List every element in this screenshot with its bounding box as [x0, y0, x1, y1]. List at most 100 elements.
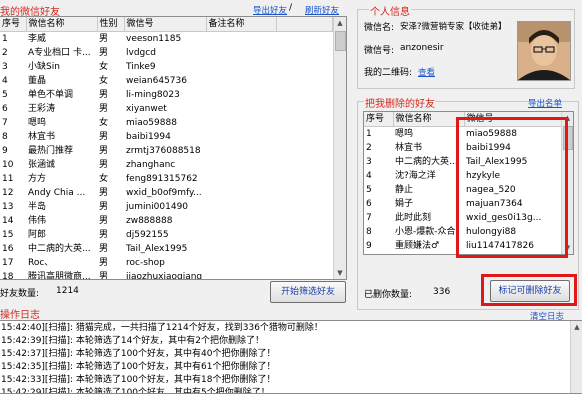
- table-cell: majuan7364: [466, 199, 523, 209]
- table-cell: 此时此刻: [395, 213, 432, 223]
- log-line: 15:42:33][扫描]: 本轮筛选了100个好友，其中有18个把你删除了！: [1, 375, 276, 385]
- log-vertical-scrollbar[interactable]: ▲: [570, 321, 582, 393]
- table-row[interactable]: 8 小恩-爆款-众合 hulongyi88: [364, 225, 562, 239]
- table-row[interactable]: 18 腾讯高朋微商... 男 jiaozhuxiaoqiang: [0, 270, 333, 280]
- scrollbar-thumb[interactable]: [335, 31, 346, 51]
- table-row[interactable]: 17 Roc、 男 roc-shop: [0, 256, 333, 270]
- table-cell: 男: [99, 146, 109, 156]
- table-cell: zrmtj376088518: [126, 146, 201, 156]
- col-header-remark[interactable]: 备注名称: [206, 17, 277, 32]
- table-row[interactable]: 8 林宜书 男 baibi1994: [0, 130, 333, 144]
- table-cell: [206, 242, 276, 256]
- table-row[interactable]: 10 张涵诚 男 zhanghanc: [0, 158, 333, 172]
- nickname-label: 微信名:: [364, 23, 395, 33]
- table-cell: 单色不单调: [28, 90, 74, 100]
- col-header-wxid[interactable]: 微信号: [464, 112, 562, 127]
- table-cell: 林宜书: [395, 143, 423, 153]
- refresh-friends-link[interactable]: 刷新好友: [305, 4, 339, 16]
- table-cell: [206, 214, 276, 228]
- table-row[interactable]: 12 Andy Chia ... 男 wxid_b0of9mfy...: [0, 186, 333, 200]
- table-cell: 娟子: [395, 199, 414, 209]
- table-row[interactable]: 5 静止 nagea_520: [364, 183, 562, 197]
- table-row[interactable]: 15 阿郎 男 dj592155: [0, 228, 333, 242]
- table-row[interactable]: 11 方方 女 feng891315762: [0, 172, 333, 186]
- table-cell: 天真偷走了心: [393, 253, 464, 254]
- table-cell: 最热门推荐: [28, 146, 74, 156]
- table-cell: 女: [99, 76, 109, 86]
- table-row[interactable]: 13 半岛 男 jumini001490: [0, 200, 333, 214]
- start-filter-button[interactable]: 开始筛选好友: [270, 281, 346, 303]
- table-cell: hulongyi88: [466, 227, 517, 237]
- table-cell: 男: [99, 272, 109, 280]
- profile-group-title: 个人信息: [369, 3, 411, 18]
- col-header-name[interactable]: 微信名称: [26, 17, 98, 32]
- deleted-vertical-scrollbar[interactable]: ▲ ▼: [561, 112, 573, 254]
- table-row[interactable]: 14 伟伟 男 zw888888: [0, 214, 333, 228]
- table-row[interactable]: 2 A专业档口 卡... 男 lvdgcd: [0, 46, 333, 60]
- table-row[interactable]: 9 重顾嫌法♂ liu1147417826: [364, 239, 562, 253]
- table-cell: 董晶: [28, 76, 47, 86]
- table-cell: 9: [2, 146, 8, 156]
- col-header-name[interactable]: 微信名称: [393, 112, 465, 127]
- col-header-index[interactable]: 序号: [364, 112, 394, 127]
- table-row[interactable]: 3 小缺Sin 女 Tinke9: [0, 60, 333, 74]
- table-cell: dj592155: [126, 230, 169, 240]
- scroll-down-arrow-icon[interactable]: ▼: [334, 267, 346, 279]
- table-cell: 8: [366, 227, 372, 237]
- avatar: [517, 21, 571, 81]
- table-cell: 男: [99, 48, 109, 58]
- deleted-count-label: 已删你数量:: [364, 290, 413, 300]
- scrollbar-thumb[interactable]: [563, 126, 573, 150]
- table-row[interactable]: 2 林宜书 baibi1994: [364, 141, 562, 155]
- table-cell: 5: [2, 90, 8, 100]
- table-row[interactable]: 5 单色不单调 男 li-ming8023: [0, 88, 333, 102]
- export-friends-link[interactable]: 导出好友: [253, 4, 287, 16]
- friends-list[interactable]: 序号 微信名称 性别 微信号 备注名称 1 李威男 veeson1185 2 A专业档口…: [0, 16, 347, 280]
- table-row[interactable]: 16 中二病的大英... 男 Tail_Alex1995: [0, 242, 333, 256]
- table-row[interactable]: 3 中二病的大英... Tail_Alex1995: [364, 155, 562, 169]
- col-header-index[interactable]: 序号: [0, 17, 27, 32]
- table-row[interactable]: 7 嗯呜 女 miao59888: [0, 116, 333, 130]
- deleted-list[interactable]: 序号 微信名称 微信号 1 嗯呜 miao59888 2 林宜书 baibi1994 3 中二…: [363, 111, 574, 255]
- scroll-up-arrow-icon[interactable]: ▲: [562, 112, 573, 124]
- table-cell: [206, 228, 276, 242]
- table-cell: veeson1185: [126, 34, 182, 44]
- scroll-up-arrow-icon[interactable]: ▲: [571, 321, 582, 333]
- table-cell: 李威: [28, 34, 47, 44]
- scroll-up-arrow-icon[interactable]: ▲: [334, 17, 346, 29]
- table-cell: 8: [2, 132, 8, 142]
- table-row[interactable]: 6 娟子 majuan7364: [364, 197, 562, 211]
- view-qrcode-link[interactable]: 查看: [418, 66, 435, 78]
- log-line: 15:42:37][扫描]: 本轮筛选了100个好友，其中有40个把你删除了！: [1, 349, 276, 359]
- table-row[interactable]: 6 王彩涛 男 xiyanwet: [0, 102, 333, 116]
- table-row[interactable]: 1 李威 男 veeson1185: [0, 32, 333, 47]
- table-cell: 16: [2, 244, 14, 254]
- table-row[interactable]: 4 董晶 女 weian645736: [0, 74, 333, 88]
- table-cell: [206, 200, 276, 214]
- table-cell: 林宜书: [28, 132, 56, 142]
- friends-vertical-scrollbar[interactable]: ▲ ▼: [333, 17, 346, 279]
- link-separator: /: [289, 3, 293, 13]
- mark-deletable-button[interactable]: 标记可删除好友: [490, 280, 570, 302]
- table-cell: 方方: [28, 174, 47, 184]
- table-cell: 男: [99, 104, 109, 114]
- table-row[interactable]: 7 此时此刻 wxid_ges0i13g...: [364, 211, 562, 225]
- table-cell: 女: [99, 62, 109, 72]
- log-panel[interactable]: 15:42:40][扫描]: 猎猫完成，一共扫描了1214个好友，找到336个猎…: [0, 320, 582, 394]
- table-row[interactable]: 10天真偷走了心hanxiaomei526: [364, 253, 562, 254]
- col-header-wxid[interactable]: 微信号: [124, 17, 207, 32]
- table-cell: 3: [366, 157, 372, 167]
- table-cell: nagea_520: [466, 185, 516, 195]
- table-cell: [206, 102, 276, 116]
- log-group-title: 操作日志: [0, 310, 40, 321]
- table-cell: hzykyle: [466, 171, 501, 181]
- table-row[interactable]: 9 最热门推荐 男 zrmtj376088518: [0, 144, 333, 158]
- log-line: 15:42:39][扫描]: 本轮筛选了14个好友，其中有2个把你删除了！: [1, 336, 265, 346]
- table-cell: 18: [2, 272, 14, 280]
- export-list-link[interactable]: 导出名单: [528, 97, 562, 109]
- col-header-gender[interactable]: 性别: [97, 17, 125, 32]
- table-row[interactable]: 1 嗯呜 miao59888: [364, 127, 562, 142]
- scroll-down-arrow-icon[interactable]: ▼: [562, 242, 573, 254]
- table-row[interactable]: 4 沈?海之洋 hzykyle: [364, 169, 562, 183]
- table-cell: xiyanwet: [126, 104, 167, 114]
